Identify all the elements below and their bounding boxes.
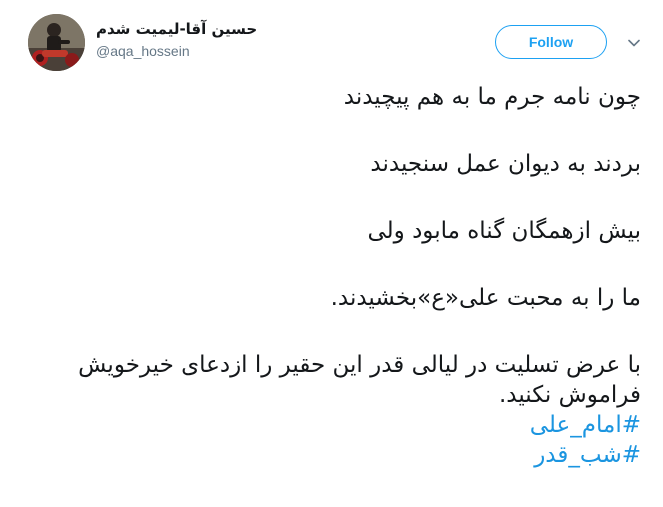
tweet-line: با عرض تسلیت در لیالی قدر این حقیر را از… [78,352,641,408]
tweet-text: چون نامه جرم ما به هم پیچیدند بردند به د… [21,82,641,470]
tweet-line: چون نامه جرم ما به هم پیچیدند [343,84,641,110]
user-avatar-photo-icon [28,14,85,71]
tweet-header: حسین آقا-لیمیت شدم @aqa_hossein Follow [28,14,653,74]
tweet-line: بردند به دیوان عمل سنجیدند [370,151,641,177]
follow-button[interactable]: Follow [495,25,607,59]
user-handle[interactable]: @aqa_hossein [96,41,356,61]
tweet-line: بیش ازهمگان گناه مابود ولی [367,218,641,244]
avatar[interactable] [28,14,85,71]
user-names: حسین آقا-لیمیت شدم @aqa_hossein [96,18,356,61]
chevron-down-icon[interactable] [626,35,642,51]
tweet-line: ما را به محبت علی«ع»بخشیدند. [330,285,641,311]
display-name[interactable]: حسین آقا-لیمیت شدم [96,18,356,40]
hashtag-link[interactable]: #امام_علی [21,410,641,440]
tweet-card: حسین آقا-لیمیت شدم @aqa_hossein Follow چ… [0,0,663,507]
hashtag-link[interactable]: #شب_قدر [21,440,641,470]
